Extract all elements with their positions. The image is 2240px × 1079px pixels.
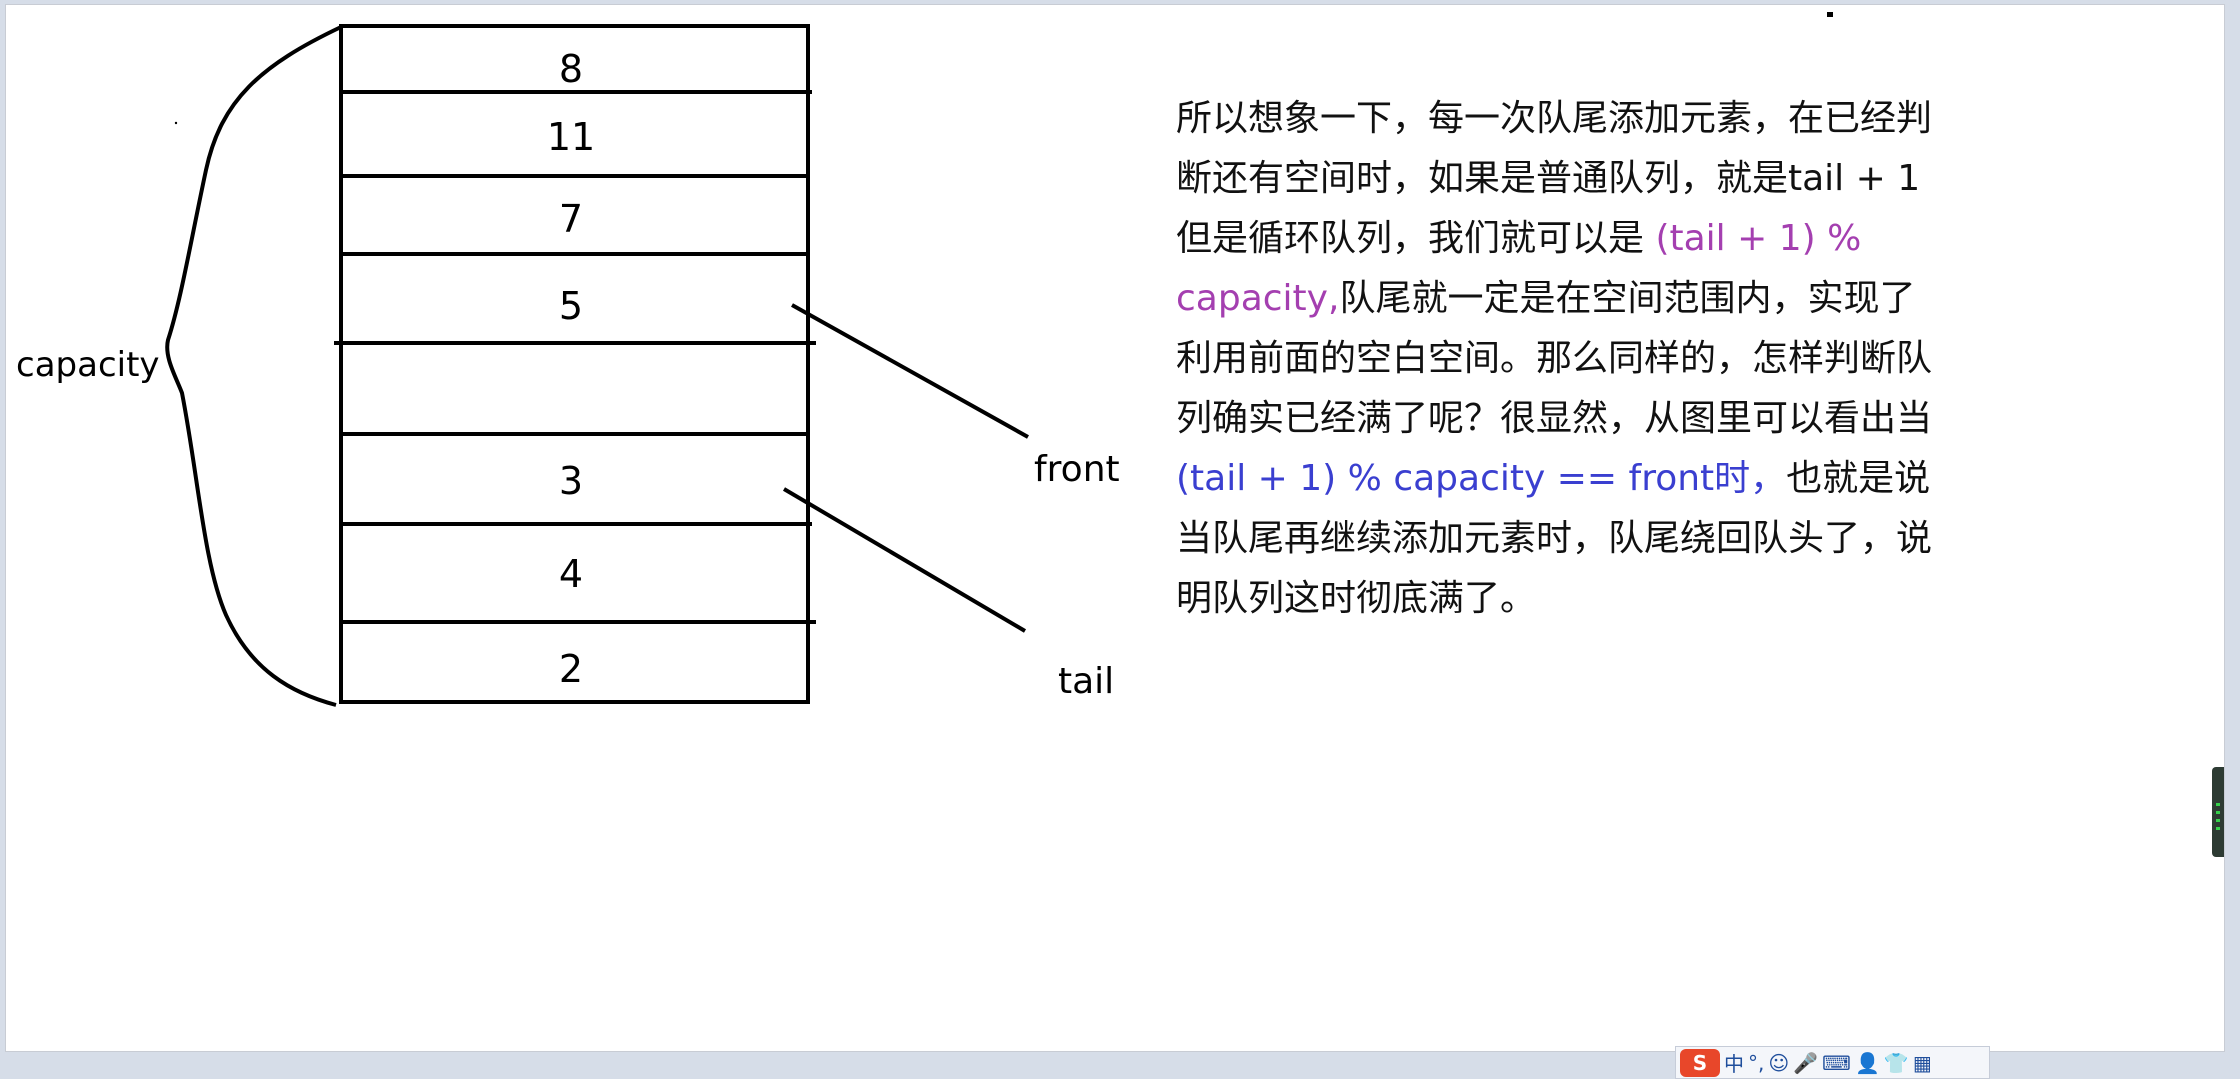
side-panel-handle[interactable] bbox=[2212, 767, 2224, 857]
microphone-icon[interactable]: 🎤 bbox=[1793, 1049, 1818, 1077]
cell-value: 4 bbox=[558, 552, 584, 596]
user-icon[interactable]: 👤 bbox=[1855, 1049, 1880, 1077]
stray-mark bbox=[1827, 12, 1833, 17]
cell-value: 7 bbox=[558, 197, 584, 241]
capacity-brace bbox=[165, 25, 342, 707]
indicator-led bbox=[2216, 803, 2220, 806]
cell-value: 2 bbox=[558, 647, 584, 691]
tail-label: tail bbox=[1058, 661, 1115, 702]
cell-value: 3 bbox=[558, 459, 584, 503]
capacity-label: capacity bbox=[16, 345, 160, 385]
explanation-text: 所以想象一下，每一次队尾添加元素，在已经判断还有空间时，如果是普通队列，就是ta… bbox=[1176, 89, 1946, 629]
cell-value: 5 bbox=[558, 284, 584, 328]
tail-pointer-line bbox=[782, 487, 1027, 633]
indicator-led bbox=[2216, 811, 2220, 814]
smiley-icon[interactable]: ☺ bbox=[1768, 1049, 1789, 1077]
front-pointer-line bbox=[791, 303, 1029, 439]
ime-toolbar: S 中 °, ☺ 🎤 ⌨ 👤 👕 ▦ bbox=[1675, 1046, 1990, 1079]
shirt-icon[interactable]: 👕 bbox=[1884, 1049, 1909, 1077]
indicator-led bbox=[2216, 819, 2220, 822]
indicator-led bbox=[2216, 827, 2220, 830]
grid-icon[interactable]: ▦ bbox=[1913, 1049, 1932, 1077]
ime-mode-toggle[interactable]: 中 bbox=[1724, 1049, 1744, 1077]
ime-logo[interactable]: S bbox=[1680, 1048, 1720, 1077]
cell-value: 8 bbox=[558, 47, 584, 91]
cell-value: 11 bbox=[546, 115, 596, 159]
formula-full-condition: (tail + 1) % capacity == front时， bbox=[1176, 458, 1787, 499]
drawing-canvas: 8 11 7 5 3 4 2 capacity front tail 所以想象一… bbox=[5, 4, 2225, 1052]
front-label: front bbox=[1034, 449, 1120, 490]
ime-punctuation-toggle[interactable]: °, bbox=[1748, 1049, 1764, 1077]
keyboard-icon[interactable]: ⌨ bbox=[1822, 1049, 1851, 1077]
stray-dot bbox=[174, 121, 178, 125]
cell-dividers bbox=[334, 90, 816, 624]
